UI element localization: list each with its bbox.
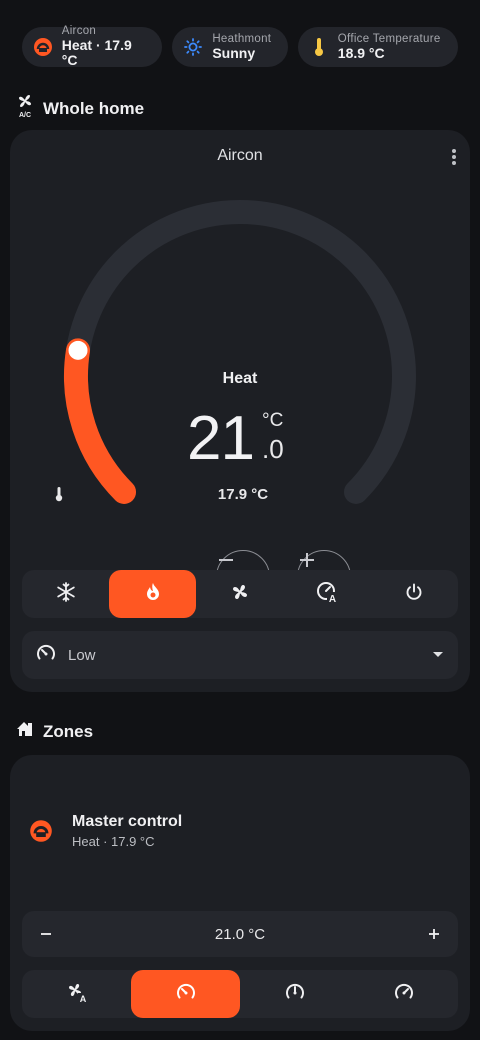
section-whole-home: A/C Whole home xyxy=(16,94,144,123)
aircon-card: Aircon Heat 21 °C .0 17.9 °C A Low xyxy=(10,130,470,692)
chip-aircon[interactable]: Aircon Heat · 17.9 °C xyxy=(22,25,163,69)
heat-icon xyxy=(145,582,161,607)
target-temperature: 21 °C .0 xyxy=(54,408,426,478)
zone-name: Master control xyxy=(72,813,183,830)
speed-low-icon xyxy=(176,982,196,1007)
chip-value: Heat · 17.9 °C xyxy=(61,36,132,69)
card-title: Aircon xyxy=(217,147,263,164)
zones-card: Master control Heat · 17.9 °C 21.0 °C A xyxy=(10,755,470,1031)
auto-icon: A xyxy=(316,581,339,608)
fan-medium-button[interactable] xyxy=(240,970,349,1018)
hvac-mode-label: Heat xyxy=(222,370,258,387)
chip-weather[interactable]: Heathmont Sunny xyxy=(172,27,288,67)
minus-icon xyxy=(219,559,233,561)
dial-handle[interactable] xyxy=(66,338,90,362)
svg-text:A/C: A/C xyxy=(19,112,31,118)
chip-value: Sunny xyxy=(212,44,256,61)
chip-office-temperature[interactable]: Office Temperature 18.9 °C xyxy=(297,27,458,67)
target-temperature-integer: 21 xyxy=(187,404,255,473)
aircon-icon: A/C xyxy=(16,94,34,123)
zone-increase-button[interactable] xyxy=(422,922,446,946)
zone-status: Heat · 17.9 °C xyxy=(72,834,155,849)
thermostat-dial: Heat 21 °C .0 17.9 °C xyxy=(54,190,426,604)
hvac-mode-bar: A xyxy=(22,570,458,618)
fan-auto-button[interactable]: A xyxy=(22,970,131,1018)
section-title-text: Zones xyxy=(43,721,94,741)
minus-icon xyxy=(41,933,51,935)
fan-high-button[interactable] xyxy=(349,970,458,1018)
svg-text:A: A xyxy=(329,594,336,603)
mode-off-button[interactable] xyxy=(371,570,458,618)
speed-high-icon xyxy=(394,982,414,1007)
home-zones-icon xyxy=(16,720,34,743)
fan-speed-select[interactable]: Low xyxy=(22,631,458,679)
speed-medium-icon xyxy=(285,982,305,1007)
zone-setpoint-stepper: 21.0 °C xyxy=(22,911,458,957)
master-control-row[interactable]: Master control Heat · 17.9 °C xyxy=(28,813,452,849)
aircon-heat-icon xyxy=(32,36,54,58)
plus-icon xyxy=(428,929,439,939)
target-temperature-decimal: .0 xyxy=(262,434,284,464)
section-title-text: Whole home xyxy=(43,98,145,118)
svg-text:A: A xyxy=(79,994,86,1003)
mode-auto-button[interactable]: A xyxy=(284,570,371,618)
cool-icon xyxy=(56,581,76,607)
mode-cool-button[interactable] xyxy=(22,570,109,618)
zone-decrease-button[interactable] xyxy=(34,922,58,946)
fan-icon xyxy=(230,582,250,607)
temperature-unit: °C xyxy=(262,410,284,431)
chip-title: Heathmont xyxy=(212,32,272,45)
fan-auto-icon: A xyxy=(66,981,88,1008)
fan-low-button[interactable] xyxy=(131,970,240,1018)
zone-fan-mode-bar: A xyxy=(22,970,458,1018)
section-zones: Zones xyxy=(16,720,93,743)
thermometer-icon xyxy=(308,36,330,58)
current-temperature-value: 17.9 °C xyxy=(217,486,269,503)
more-options-icon[interactable] xyxy=(447,147,461,167)
fan-speed-icon xyxy=(36,643,56,668)
power-icon xyxy=(405,583,423,606)
mode-heat-button[interactable] xyxy=(109,570,197,618)
aircon-heat-icon xyxy=(28,818,54,844)
fan-speed-value: Low xyxy=(68,646,96,664)
current-temperature: 17.9 °C xyxy=(54,486,426,503)
chip-title: Office Temperature xyxy=(337,32,441,45)
zone-setpoint-value: 21.0 °C xyxy=(214,925,266,943)
chip-value: 18.9 °C xyxy=(337,44,385,61)
dropdown-arrow-icon xyxy=(432,646,444,664)
mode-fan-button[interactable] xyxy=(196,570,283,618)
plus-icon xyxy=(300,553,314,567)
status-chips: Aircon Heat · 17.9 °C Heathmont Sunny Of… xyxy=(22,25,458,69)
sun-icon xyxy=(182,36,204,58)
